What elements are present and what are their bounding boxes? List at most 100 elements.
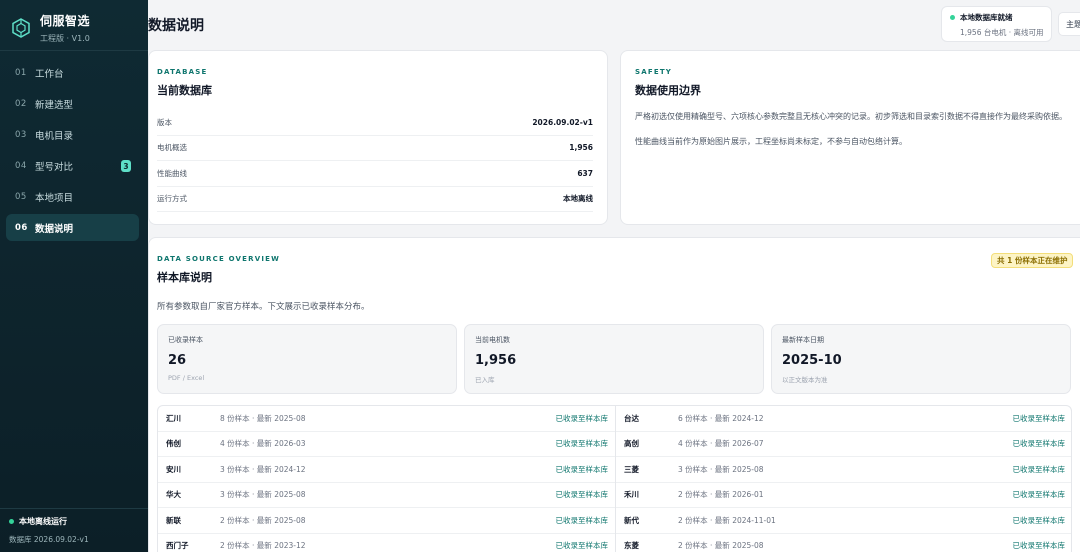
vendor-name: 华大: [166, 490, 181, 500]
info-row: 运行方式 本地离线: [157, 187, 593, 212]
db-ready-dot-icon: [950, 15, 955, 20]
compare-count-badge: 3: [121, 160, 131, 172]
nav-label: 本地项目: [35, 192, 74, 204]
data-source-card: DATA SOURCE OVERVIEW 样本库说明 共 1 份样本正在维护 所…: [148, 237, 1080, 552]
stats-row: 已收录样本 26 PDF / Excel 当前电机数 1,956 已入库 最新样…: [157, 324, 1072, 394]
vendor-status: 已收录至样本库: [555, 515, 609, 525]
sidebar-item-model-compare[interactable]: 04 型号对比 3: [6, 152, 139, 179]
stat-label: 最新样本日期: [782, 336, 824, 344]
nav-number: 05: [15, 191, 27, 202]
table-row[interactable]: 西门子 2 份样本 · 最新 2023-12 已收录至样本库: [158, 534, 615, 552]
vendor-status: 已收录至样本库: [1012, 413, 1066, 423]
info-value: 1,956: [569, 143, 593, 153]
stat-card: 最新样本日期 2025-10 以正文版本为准: [771, 324, 1071, 394]
vendor-meta: 2 份样本 · 最新 2023-12: [220, 541, 306, 551]
sidebar-item-local-projects[interactable]: 05 本地项目: [6, 183, 139, 210]
database-card: DATABASE 当前数据库 版本 2026.09.02-v1 电机概选 1,9…: [148, 50, 608, 225]
vendor-status: 已收录至样本库: [555, 464, 609, 474]
divider: [0, 50, 148, 51]
db-status-panel: 本地数据库就绪 1,956 台电机 · 离线可用: [941, 6, 1052, 42]
maintenance-badge: 共 1 份样本正在维护: [991, 253, 1074, 268]
table-row[interactable]: 新联 2 份样本 · 最新 2025-08 已收录至样本库: [158, 508, 615, 534]
sidebar-nav: 01 工作台 02 新建选型 03 电机目录 04 型号对比 3 05 本地项目…: [6, 59, 139, 245]
sidebar-footer: 本地离线运行 数据库 2026.09.02-v1: [9, 516, 89, 545]
sidebar-item-new-selection[interactable]: 02 新建选型: [6, 90, 139, 117]
sidebar-item-motor-catalog[interactable]: 03 电机目录: [6, 121, 139, 148]
vendor-meta: 6 份样本 · 最新 2024-12: [678, 413, 764, 423]
vendor-name: 伟创: [166, 439, 181, 449]
table-row[interactable]: 汇川 8 份样本 · 最新 2025-08 已收录至样本库: [158, 406, 615, 432]
vendor-meta: 2 份样本 · 最新 2025-08: [678, 541, 764, 551]
info-key: 运行方式: [157, 194, 187, 204]
vendor-name: 三菱: [624, 464, 639, 474]
vendor-status: 已收录至样本库: [555, 413, 609, 423]
safety-paragraph: 性能曲线当前作为原始图片展示，工程坐标尚未标定，不参与自动包络计算。: [635, 137, 907, 146]
vendor-meta: 8 份样本 · 最新 2025-08: [220, 413, 306, 423]
info-key: 性能曲线: [157, 168, 187, 178]
table-row[interactable]: 高创 4 份样本 · 最新 2026-07 已收录至样本库: [616, 432, 1071, 457]
stat-label: 已收录样本: [168, 336, 203, 344]
vendor-name: 台达: [624, 413, 639, 423]
table-row[interactable]: 伟创 4 份样本 · 最新 2026-03 已收录至样本库: [158, 432, 615, 457]
page-title: 数据说明: [148, 18, 204, 34]
table-row[interactable]: 三菱 3 份样本 · 最新 2025-08 已收录至样本库: [616, 457, 1071, 483]
vendor-status: 已收录至样本库: [1012, 541, 1066, 551]
section-kicker: DATA SOURCE OVERVIEW: [157, 255, 281, 263]
nav-number: 02: [15, 98, 27, 109]
vendor-column-right: 台达 6 份样本 · 最新 2024-12 已收录至样本库 高创 4 份样本 ·…: [615, 406, 1071, 552]
online-status-dot-icon: [9, 519, 14, 524]
vendor-status: 已收录至样本库: [1012, 515, 1066, 525]
table-row[interactable]: 新代 2 份样本 · 最新 2024-11-01 已收录至样本库: [616, 508, 1071, 534]
info-row: 性能曲线 637: [157, 161, 593, 187]
info-row: 电机概选 1,956: [157, 136, 593, 161]
sidebar: 伺服智选 工程版 · V1.0 01 工作台 02 新建选型 03 电机目录 0…: [0, 0, 148, 552]
vendor-name: 高创: [624, 439, 639, 449]
vendor-name: 西门子: [166, 541, 189, 551]
sidebar-item-data-notes[interactable]: 06 数据说明: [6, 214, 139, 241]
nav-label: 新建选型: [35, 99, 74, 111]
info-value: 本地离线: [563, 194, 593, 204]
nav-number: 03: [15, 129, 27, 140]
nav-label: 电机目录: [35, 130, 74, 142]
card-title: 样本库说明: [157, 271, 212, 284]
database-info-list: 版本 2026.09.02-v1 电机概选 1,956 性能曲线 637 运行方…: [157, 110, 593, 212]
vendor-column-left: 汇川 8 份样本 · 最新 2025-08 已收录至样本库 伟创 4 份样本 ·…: [158, 406, 615, 552]
vendor-table: 汇川 8 份样本 · 最新 2025-08 已收录至样本库 伟创 4 份样本 ·…: [157, 405, 1072, 552]
offline-status-text: 本地离线运行: [19, 517, 67, 526]
stat-label: 当前电机数: [475, 336, 510, 344]
vendor-meta: 4 份样本 · 最新 2026-07: [678, 439, 764, 449]
vendor-meta: 3 份样本 · 最新 2025-08: [220, 490, 306, 500]
theme-button[interactable]: 主题: [1058, 12, 1080, 36]
table-row[interactable]: 安川 3 份样本 · 最新 2024-12 已收录至样本库: [158, 457, 615, 483]
vendor-name: 安川: [166, 464, 181, 474]
nav-number: 04: [15, 160, 27, 171]
nav-number: 01: [15, 67, 27, 78]
section-kicker: SAFETY: [635, 68, 673, 76]
db-status-detail: 1,956 台电机 · 离线可用: [960, 28, 1044, 37]
info-row: 版本 2026.09.02-v1: [157, 110, 593, 136]
table-row[interactable]: 华大 3 份样本 · 最新 2025-08 已收录至样本库: [158, 483, 615, 508]
nav-label: 工作台: [35, 68, 64, 80]
vendor-status: 已收录至样本库: [555, 439, 609, 449]
sidebar-item-workbench[interactable]: 01 工作台: [6, 59, 139, 86]
db-status-title: 本地数据库就绪: [960, 13, 1013, 22]
info-value: 637: [577, 168, 593, 178]
vendor-meta: 2 份样本 · 最新 2026-01: [678, 490, 764, 500]
vendor-name: 新代: [624, 515, 639, 525]
vendor-name: 新联: [166, 515, 181, 525]
stat-note: PDF / Excel: [168, 374, 205, 382]
card-title: 数据使用边界: [635, 84, 701, 97]
stat-card: 已收录样本 26 PDF / Excel: [157, 324, 457, 394]
nav-label: 数据说明: [35, 223, 74, 235]
vendor-name: 禾川: [624, 490, 639, 500]
source-description: 所有参数取自厂家官方样本。下文展示已收录样本分布。: [157, 302, 370, 312]
info-value: 2026.09.02-v1: [532, 117, 593, 127]
table-row[interactable]: 台达 6 份样本 · 最新 2024-12 已收录至样本库: [616, 406, 1071, 432]
table-row[interactable]: 禾川 2 份样本 · 最新 2026-01 已收录至样本库: [616, 483, 1071, 508]
brand[interactable]: 伺服智选 工程版 · V1.0: [10, 12, 90, 44]
vendor-meta: 3 份样本 · 最新 2025-08: [678, 464, 764, 474]
table-row[interactable]: 东菱 2 份样本 · 最新 2025-08 已收录至样本库: [616, 534, 1071, 552]
divider: [0, 508, 148, 509]
vendor-meta: 2 份样本 · 最新 2024-11-01: [678, 515, 776, 525]
cube-logo-icon: [10, 17, 32, 39]
